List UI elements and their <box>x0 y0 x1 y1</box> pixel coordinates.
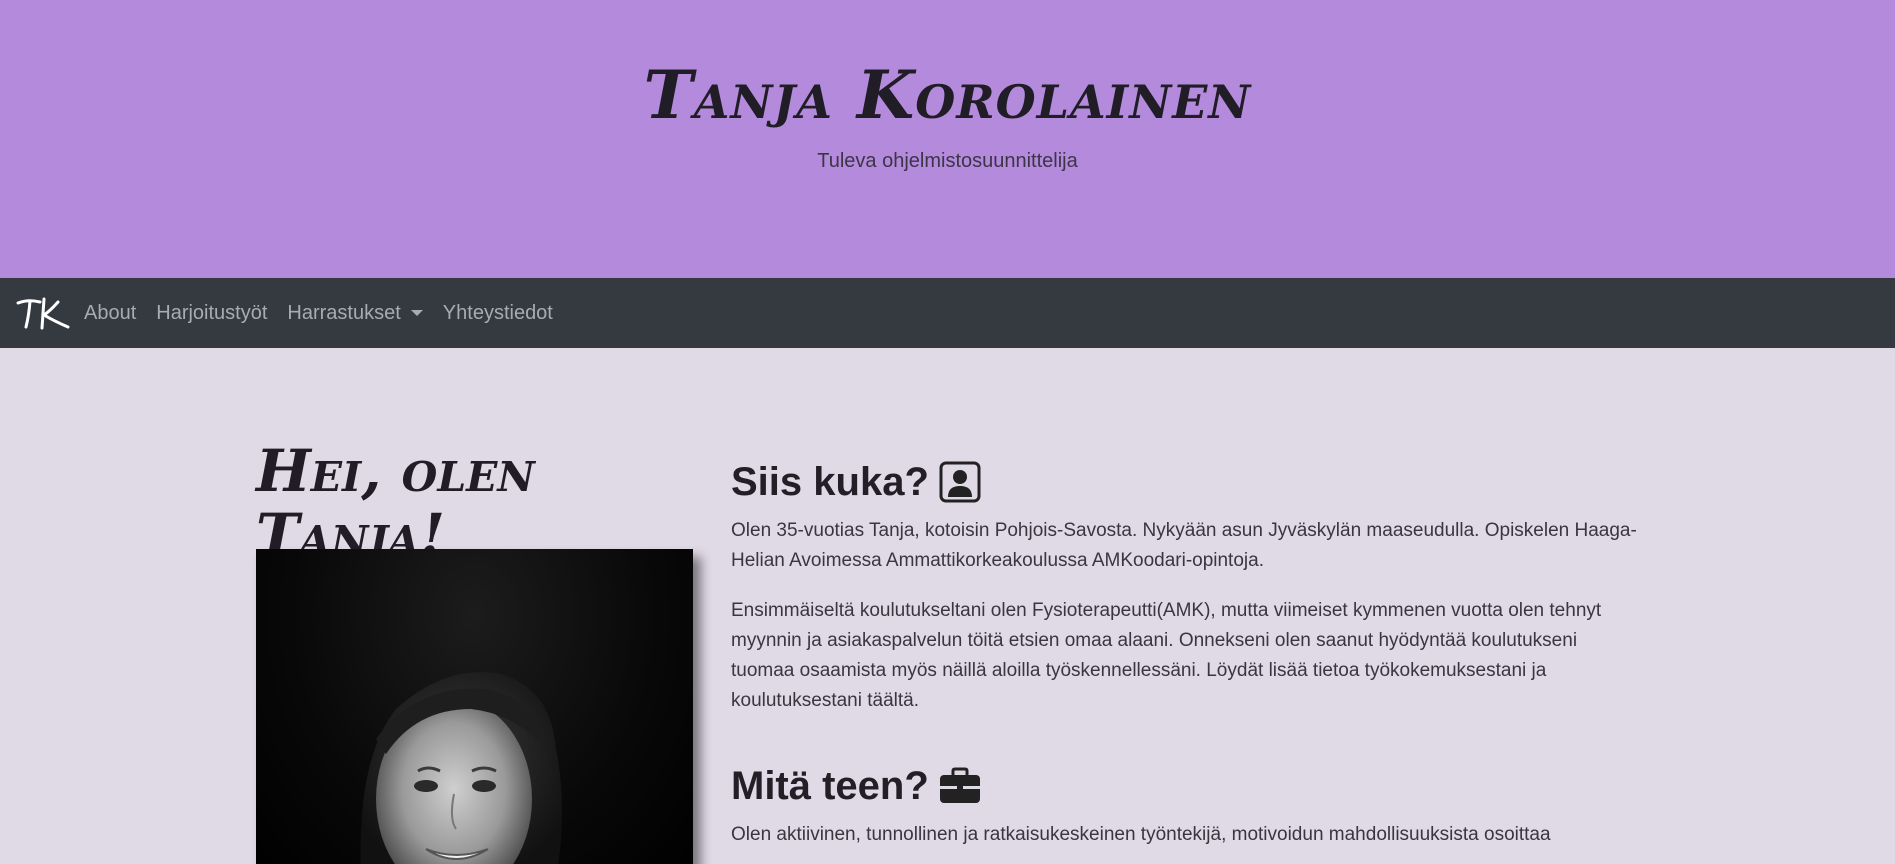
hero-header: Tanja Korolainen Tuleva ohjelmistosuunni… <box>0 0 1895 278</box>
nav-links: About Harjoitustyöt Harrastukset Yhteyst… <box>84 302 573 325</box>
caret-down-icon <box>410 310 423 316</box>
nav-link-about[interactable]: About <box>84 302 136 325</box>
site-subtitle: Tuleva ohjelmistosuunnittelija <box>817 150 1078 172</box>
navbar: About Harjoitustyöt Harrastukset Yhteyst… <box>0 278 1895 348</box>
right-column: Siis kuka? Olen 35-vuotias Tanja, kotois… <box>731 458 1641 850</box>
about-paragraph-1: Olen 35-vuotias Tanja, kotoisin Pohjois-… <box>731 520 1637 571</box>
brand-logo[interactable] <box>14 291 72 335</box>
portrait-photo <box>256 549 693 864</box>
briefcase-icon <box>939 767 980 803</box>
section-title-who: Siis kuka? <box>731 458 1641 506</box>
nav-link-harjoitustyot[interactable]: Harjoitustyöt <box>156 302 267 325</box>
section-title-what: Mitä teen? <box>731 762 1641 810</box>
person-badge-icon <box>939 461 981 503</box>
portrait-image <box>360 672 562 864</box>
nav-dropdown-harrastukset[interactable]: Harrastukset <box>287 301 423 325</box>
site-title: Tanja Korolainen <box>643 56 1252 134</box>
nav-dropdown-label: Harrastukset <box>287 301 401 324</box>
section-title-who-text: Siis kuka? <box>731 460 929 504</box>
about-paragraph-2: Ensimmäiseltä koulutukseltani olen Fysio… <box>731 600 1602 711</box>
section-title-what-text: Mitä teen? <box>731 764 929 808</box>
what-paragraph-1: Olen aktiivinen, tunnollinen ja ratkaisu… <box>731 824 1551 845</box>
nav-link-yhteystiedot[interactable]: Yhteystiedot <box>443 302 553 325</box>
tk-logo-icon <box>16 297 70 330</box>
